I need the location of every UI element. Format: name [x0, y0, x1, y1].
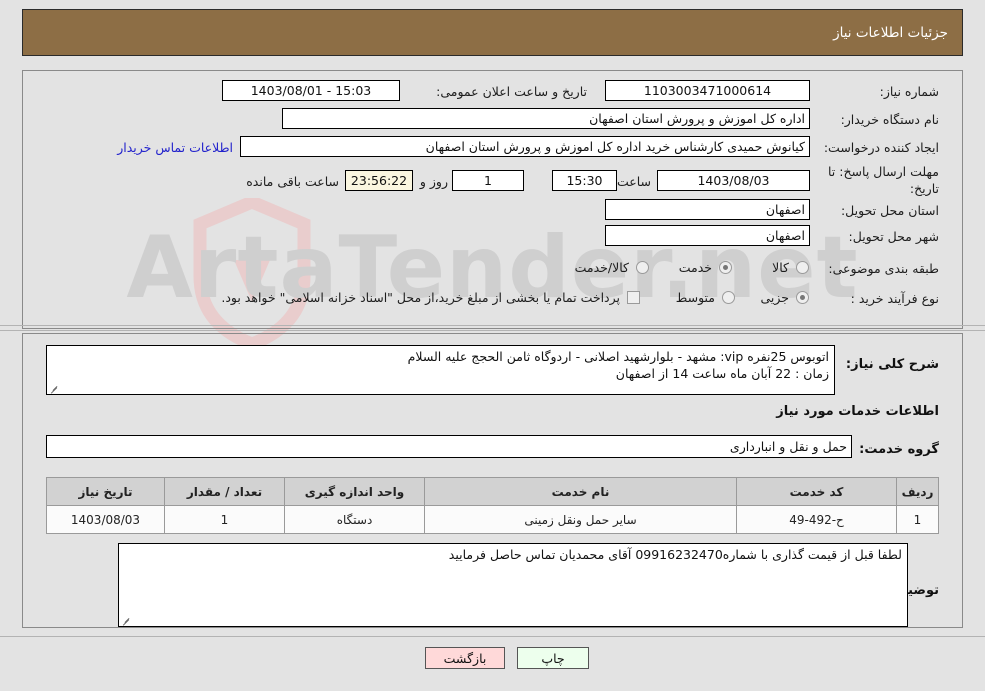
deadline-label-line1: مهلت ارسال پاسخ: تا — [828, 164, 939, 179]
radio-category-kala-khedmat-label[interactable]: کالا/خدمت — [575, 260, 629, 275]
description-textarea[interactable]: اتوبوس 25نفره vip: مشهد - بلوارشهید اصلا… — [46, 345, 835, 395]
table-row: 1 ح-492-49 سایر حمل ونقل زمینی دستگاه 1 … — [46, 505, 939, 534]
page-title: جزئیات اطلاعات نیاز — [22, 9, 963, 56]
creator-label: ایجاد کننده درخواست: — [823, 140, 939, 155]
radio-category-kala[interactable] — [796, 261, 809, 274]
deadline-hour-value: 15:30 — [552, 170, 617, 191]
page-root: ArtaTender.net جزئیات اطلاعات نیاز شماره… — [0, 0, 985, 691]
description-line2: زمان : 22 آبان ماه ساعت 14 از اصفهان — [615, 366, 829, 381]
radio-category-kala-label[interactable]: کالا — [772, 260, 789, 275]
need-number-label: شماره نیاز: — [879, 84, 939, 99]
cell-name: سایر حمل ونقل زمینی — [424, 505, 737, 534]
creator-value: کیانوش حمیدی کارشناس خرید اداره کل اموزش… — [240, 136, 810, 157]
radio-category-khedmat-label[interactable]: خدمت — [679, 260, 712, 275]
cell-date: 1403/08/03 — [46, 505, 165, 534]
buyer-notes-text: لطفا قبل از قیمت گذاری با شماره099162324… — [448, 547, 902, 562]
buyer-org-label: نام دستگاه خریدار: — [840, 112, 939, 127]
remaining-days-label: روز و — [419, 174, 448, 189]
service-group-label: گروه خدمت: — [859, 442, 939, 457]
announce-value: 15:03 - 1403/08/01 — [222, 80, 400, 101]
deadline-label-line2: تاریخ: — [909, 181, 939, 196]
col-code: کد خدمت — [736, 477, 897, 506]
radio-process-motevaset-label[interactable]: متوسط — [676, 290, 715, 305]
col-radif: ردیف — [896, 477, 939, 506]
buyer-notes-textarea[interactable]: لطفا قبل از قیمت گذاری با شماره099162324… — [118, 543, 908, 627]
remaining-time-label: ساعت باقی مانده — [246, 174, 339, 189]
deadline-date-value: 1403/08/03 — [657, 170, 810, 191]
col-qty: تعداد / مقدار — [164, 477, 285, 506]
table-header-row: ردیف کد خدمت نام خدمت واحد اندازه گیری ت… — [46, 477, 939, 506]
page-title-label: جزئیات اطلاعات نیاز — [833, 24, 948, 41]
resize-grip-icon-2[interactable] — [121, 615, 131, 625]
treasury-checkbox-label[interactable]: پرداخت تمام یا بخشی از مبلغ خرید،از محل … — [221, 290, 620, 305]
process-label: نوع فرآیند خرید : — [850, 291, 939, 306]
category-label: طبقه بندی موضوعی: — [828, 261, 939, 276]
back-button[interactable]: بازگشت — [425, 647, 505, 669]
col-unit: واحد اندازه گیری — [284, 477, 425, 506]
radio-process-motevaset[interactable] — [722, 291, 735, 304]
city-value: اصفهان — [605, 225, 810, 246]
divider-top — [0, 325, 985, 326]
cell-qty: 1 — [164, 505, 285, 534]
radio-category-kala-khedmat[interactable] — [636, 261, 649, 274]
announce-label: تاریخ و ساعت اعلان عمومی: — [436, 84, 587, 99]
service-group-value: حمل و نقل و انبارداری — [46, 435, 852, 458]
description-line1: اتوبوس 25نفره vip: مشهد - بلوارشهید اصلا… — [407, 349, 829, 364]
remaining-days-value: 1 — [452, 170, 524, 191]
cell-unit: دستگاه — [284, 505, 425, 534]
buyer-contact-link[interactable]: اطلاعات تماس خریدار — [117, 140, 233, 155]
divider-top-2 — [0, 330, 985, 331]
print-button[interactable]: چاپ — [517, 647, 589, 669]
radio-process-jozei[interactable] — [796, 291, 809, 304]
need-number-value: 1103003471000614 — [605, 80, 810, 101]
resize-grip-icon[interactable] — [49, 383, 59, 393]
remaining-time-value: 23:56:22 — [345, 170, 413, 191]
col-name: نام خدمت — [424, 477, 737, 506]
buyer-org-value: اداره کل اموزش و پرورش استان اصفهان — [282, 108, 810, 129]
cell-radif: 1 — [896, 505, 939, 534]
col-date: تاریخ نیاز — [46, 477, 165, 506]
divider-bottom — [0, 636, 985, 637]
services-heading: اطلاعات خدمات مورد نیاز — [776, 404, 939, 419]
province-label: استان محل تحویل: — [840, 203, 939, 218]
city-label: شهر محل تحویل: — [848, 229, 939, 244]
radio-category-khedmat[interactable] — [719, 261, 732, 274]
cell-code: ح-492-49 — [736, 505, 897, 534]
treasury-checkbox[interactable] — [627, 291, 640, 304]
deadline-hour-label: ساعت — [616, 174, 651, 189]
description-label: شرح کلی نیاز: — [845, 357, 939, 372]
services-table: ردیف کد خدمت نام خدمت واحد اندازه گیری ت… — [46, 477, 939, 534]
radio-process-jozei-label[interactable]: جزیی — [760, 290, 789, 305]
province-value: اصفهان — [605, 199, 810, 220]
